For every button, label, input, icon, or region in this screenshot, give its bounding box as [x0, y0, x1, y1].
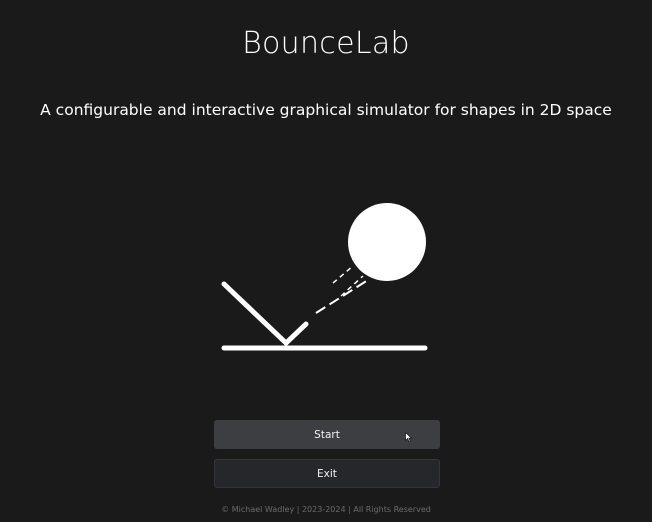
- copyright-footer: © Michael Wadley | 2023-2024 | All Right…: [221, 505, 431, 514]
- exit-button-label: Exit: [317, 467, 337, 480]
- mouse-pointer-icon: [405, 432, 413, 443]
- exit-button[interactable]: Exit: [214, 459, 440, 488]
- start-button-label: Start: [314, 428, 340, 441]
